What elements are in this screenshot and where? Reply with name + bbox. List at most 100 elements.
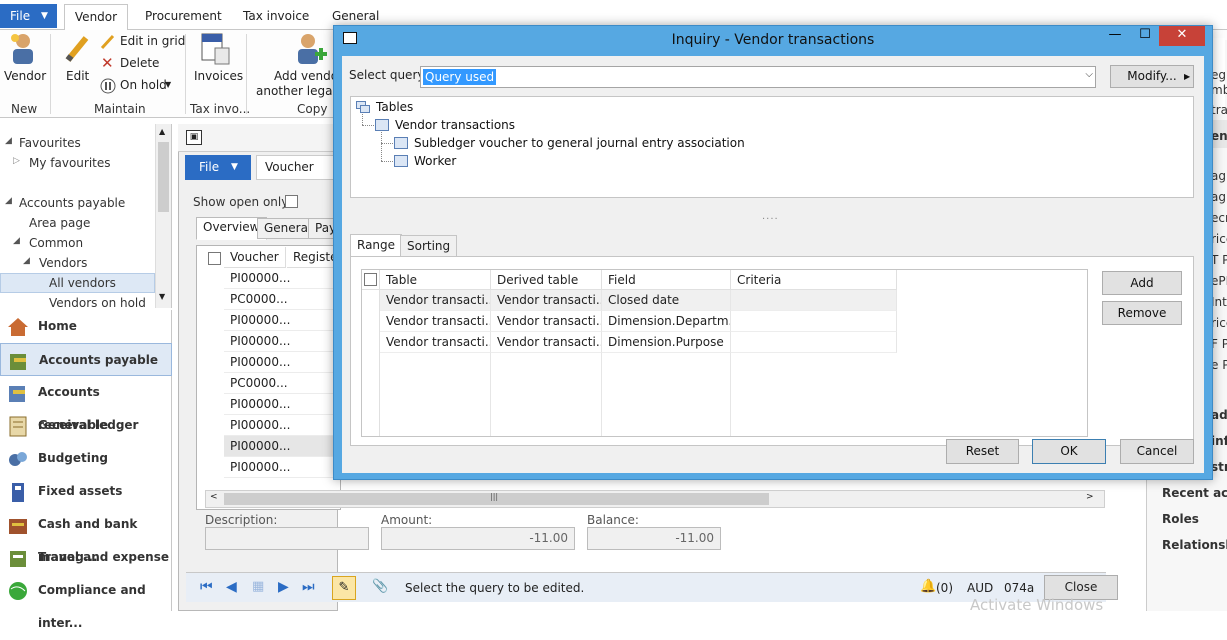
table-row[interactable]: PC0000...: [224, 289, 342, 310]
nav-all-vendors[interactable]: All vendors: [49, 276, 116, 290]
nav-common[interactable]: Common: [29, 236, 83, 250]
range-cell-criteria[interactable]: [731, 311, 897, 332]
nav-vendors-on-hold[interactable]: Vendors on hold: [49, 296, 146, 308]
modify-button-label: Modify...: [1127, 69, 1177, 83]
tree-connector: [381, 161, 393, 162]
navigation-scrollbar[interactable]: ▲ ▼: [155, 124, 171, 308]
range-cell-criteria[interactable]: [731, 332, 897, 353]
range-cell-derived-table[interactable]: Vendor transacti...: [491, 332, 602, 353]
module-accounts-payable[interactable]: Accounts payable: [0, 343, 172, 376]
ribbon-tab-tax-invoice[interactable]: Tax invoice: [237, 4, 315, 30]
description-field[interactable]: [205, 527, 369, 550]
module-general-ledger[interactable]: General ledger: [0, 409, 172, 442]
tree-node-vendor-transactions[interactable]: Vendor transactions: [395, 118, 515, 132]
range-cell-field[interactable]: Dimension.Departm...: [602, 311, 731, 332]
column-header-field[interactable]: Field: [602, 270, 731, 290]
bell-icon[interactable]: 🔔: [920, 579, 936, 594]
invoices-button[interactable]: Invoices: [192, 32, 243, 92]
tree-node-worker[interactable]: Worker: [414, 154, 456, 168]
next-record-icon[interactable]: ▶: [278, 579, 289, 595]
splitter-grip[interactable]: ....: [762, 211, 779, 222]
tab-range[interactable]: Range: [350, 234, 403, 257]
column-header-derived-table[interactable]: Derived table: [491, 270, 602, 290]
previous-record-icon[interactable]: ◀: [226, 579, 237, 595]
first-record-icon[interactable]: ⏮: [200, 579, 213, 595]
range-cell-derived-table[interactable]: Vendor transacti...: [491, 311, 602, 332]
remove-button[interactable]: Remove: [1102, 301, 1182, 325]
nav-my-favourites[interactable]: My favourites: [29, 156, 111, 170]
ribbon-tab-procurement[interactable]: Procurement: [139, 4, 228, 30]
reset-button[interactable]: Reset: [946, 439, 1019, 464]
table-row[interactable]: PI00000...: [224, 352, 342, 373]
grid-horizontal-scrollbar[interactable]: < ||| >: [205, 490, 1105, 508]
module-home[interactable]: Home: [0, 310, 172, 343]
fact-box-recent-activities[interactable]: Recent activ: [1162, 486, 1227, 500]
table-row[interactable]: PI00000...: [224, 268, 342, 289]
ok-button[interactable]: OK: [1032, 439, 1106, 464]
tree-node-tables[interactable]: Tables: [376, 100, 413, 114]
nav-vendors[interactable]: Vendors: [39, 256, 87, 270]
range-cell-field[interactable]: Closed date: [602, 290, 731, 311]
select-all-checkbox[interactable]: [208, 252, 221, 265]
form-tab-overview[interactable]: Overview: [196, 217, 267, 240]
module-fixed-assets[interactable]: Fixed assets: [0, 475, 172, 508]
document-handling-icon[interactable]: 📎: [372, 579, 388, 594]
table-row[interactable]: PC0000...: [224, 373, 342, 394]
scroll-right-icon[interactable]: >: [1086, 492, 1094, 502]
fact-box-relationship[interactable]: Relationship: [1162, 538, 1227, 552]
column-header-voucher[interactable]: Voucher: [224, 247, 286, 268]
add-button[interactable]: Add: [1102, 271, 1182, 295]
edit-mode-pencil-icon[interactable]: ✎: [332, 576, 356, 600]
range-cell-table[interactable]: Vendor transacti...: [380, 311, 491, 332]
add-vendor-to-legal-entity-button[interactable]: Add vendo another legal e: [255, 32, 347, 98]
edit-button[interactable]: Edit: [58, 32, 94, 92]
form-tab-voucher[interactable]: Voucher: [256, 155, 334, 180]
delete-icon: ✕: [101, 54, 114, 72]
module-accounts-receivable[interactable]: Accounts receivable: [0, 376, 172, 432]
form-file-menu[interactable]: File ▼: [185, 155, 251, 180]
scroll-left-icon[interactable]: <: [210, 492, 218, 502]
range-select-all-checkbox[interactable]: [364, 273, 377, 286]
modify-button[interactable]: Modify... ▶: [1110, 65, 1194, 88]
tab-sorting[interactable]: Sorting: [400, 235, 458, 257]
table-row[interactable]: PI00000...: [224, 415, 342, 436]
table-row[interactable]: PI00000...: [224, 457, 342, 478]
table-row[interactable]: PI00000...: [224, 331, 342, 352]
module-compliance[interactable]: Compliance and inter...: [0, 574, 172, 630]
range-cell-table[interactable]: Vendor transacti...: [380, 290, 491, 311]
scroll-down-icon[interactable]: ▼: [159, 292, 165, 301]
tree-node-subledger-voucher[interactable]: Subledger voucher to general journal ent…: [414, 136, 745, 150]
show-open-only-checkbox[interactable]: [285, 195, 298, 208]
ribbon-tab-vendor[interactable]: Vendor: [64, 4, 128, 31]
table-row-selected[interactable]: PI00000...: [224, 436, 342, 457]
range-cell-table[interactable]: Vendor transacti...: [380, 332, 491, 353]
column-header-register[interactable]: Register: [287, 247, 339, 268]
column-header-table[interactable]: Table: [380, 270, 491, 290]
module-label: General ledger: [38, 418, 139, 432]
grid-view-icon[interactable]: ▦: [252, 579, 264, 594]
ribbon-file-menu[interactable]: File ▼: [0, 4, 57, 28]
nav-area-page[interactable]: Area page: [29, 216, 90, 230]
module-cash-and-bank[interactable]: Cash and bank manag...: [0, 508, 172, 564]
close-icon[interactable]: ✕: [1159, 26, 1205, 46]
range-cell-field[interactable]: Dimension.Purpose: [602, 332, 731, 353]
last-record-icon[interactable]: ⏭: [302, 579, 315, 595]
table-row[interactable]: PI00000...: [224, 394, 342, 415]
range-cell-criteria[interactable]: [731, 290, 897, 311]
maximize-button[interactable]: ☐: [1129, 26, 1161, 46]
select-query-dropdown[interactable]: Query used ⌵: [420, 66, 1096, 88]
minimize-button[interactable]: —: [1099, 26, 1131, 46]
range-cell-derived-table[interactable]: Vendor transacti...: [491, 290, 602, 311]
fact-box-roles[interactable]: Roles: [1162, 512, 1227, 526]
alerts-count: (0): [936, 581, 953, 595]
scroll-thumb[interactable]: [158, 142, 169, 212]
column-header-criteria[interactable]: Criteria: [731, 270, 897, 290]
nav-favourites[interactable]: Favourites: [19, 136, 81, 150]
table-row[interactable]: PI00000...: [224, 310, 342, 331]
scroll-up-icon[interactable]: ▲: [159, 127, 165, 136]
module-budgeting[interactable]: Budgeting: [0, 442, 172, 475]
new-vendor-button[interactable]: Vendor: [4, 32, 46, 92]
cancel-button[interactable]: Cancel: [1120, 439, 1194, 464]
nav-accounts-payable[interactable]: Accounts payable: [19, 196, 125, 210]
module-travel-and-expense[interactable]: Travel and expense: [0, 541, 172, 574]
